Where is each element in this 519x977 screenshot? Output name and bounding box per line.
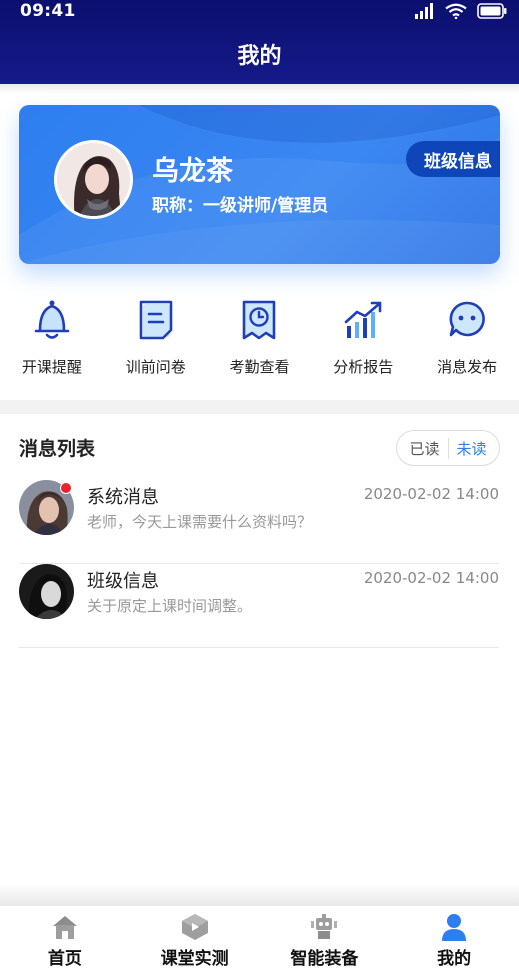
message-preview: 老师，今天上课需要什么资料吗？ xyxy=(87,513,313,531)
robot-icon xyxy=(311,914,338,939)
profile-avatar[interactable] xyxy=(54,140,133,219)
class-test-icon xyxy=(181,914,208,940)
profile-card[interactable]: 乌龙茶 职称：一级讲师/管理员 班级信息 xyxy=(19,105,500,264)
page-title: 我的 xyxy=(237,44,282,69)
message-preview: 关于原定上课时间调整。 xyxy=(87,597,253,615)
user-icon xyxy=(442,914,467,941)
bar-chart-icon xyxy=(344,301,382,338)
home-icon xyxy=(52,916,77,939)
avatar-portrait-icon xyxy=(19,564,74,619)
tab-label: 课堂实测 xyxy=(160,949,229,969)
header: 09:41 我的 xyxy=(0,0,519,84)
wifi-icon xyxy=(445,3,467,19)
message-time: 2020-02-02 14:00 xyxy=(363,485,499,503)
action-analysis-report[interactable]: 分析报告 xyxy=(311,298,415,390)
tab-mine[interactable]: 我的 xyxy=(389,906,519,977)
status-time: 09:41 xyxy=(20,1,76,21)
tab-label: 我的 xyxy=(437,949,472,969)
action-label: 开课提醒 xyxy=(21,358,82,376)
toggle-read[interactable]: 已读 xyxy=(409,437,449,459)
profile-role: 职称：一级讲师/管理员 xyxy=(152,196,329,216)
action-label: 训前问卷 xyxy=(125,358,186,376)
header-shadow xyxy=(0,84,519,94)
profile-name: 乌龙茶 xyxy=(152,156,233,187)
tab-label: 首页 xyxy=(47,949,82,969)
message-sender: 系统消息 xyxy=(87,487,159,508)
action-label: 消息发布 xyxy=(437,358,498,376)
read-status-toggle[interactable]: 已读 未读 xyxy=(396,430,500,466)
status-bar: 09:41 xyxy=(0,0,519,22)
tabbar-shadow xyxy=(0,884,519,906)
toggle-unread[interactable]: 未读 xyxy=(449,438,487,459)
message-time: 2020-02-02 14:00 xyxy=(363,569,499,587)
status-icons xyxy=(415,3,507,19)
action-pre-training-survey[interactable]: 训前问卷 xyxy=(104,298,208,390)
battery-icon xyxy=(477,3,507,19)
tab-home[interactable]: 首页 xyxy=(0,906,130,977)
class-info-button[interactable]: 班级信息 xyxy=(406,141,500,177)
avatar xyxy=(19,564,74,619)
tab-label: 智能装备 xyxy=(290,949,359,969)
bottom-tab-bar: 首页 课堂实测 智能装备 我的 xyxy=(0,906,519,977)
bell-icon xyxy=(34,300,70,339)
attendance-clock-icon xyxy=(243,300,276,340)
action-attendance[interactable]: 考勤查看 xyxy=(208,298,312,390)
list-item[interactable]: 系统消息 2020-02-02 14:00 老师，今天上课需要什么资料吗？ xyxy=(19,480,499,564)
unread-indicator xyxy=(60,482,72,494)
section-divider xyxy=(0,400,519,414)
signal-icon xyxy=(415,3,433,19)
chat-bubble-icon xyxy=(449,301,485,337)
message-list-title: 消息列表 xyxy=(19,438,96,460)
tab-class-test[interactable]: 课堂实测 xyxy=(130,906,260,977)
action-label: 分析报告 xyxy=(333,358,394,376)
quick-actions: 开课提醒 训前问卷 考勤查看 分析报告 消息发布 xyxy=(0,298,519,390)
list-item[interactable]: 班级信息 2020-02-02 14:00 关于原定上课时间调整。 xyxy=(19,564,499,648)
message-sender: 班级信息 xyxy=(87,571,159,592)
tab-smart-equipment[interactable]: 智能装备 xyxy=(260,906,390,977)
questionnaire-icon xyxy=(139,300,172,340)
action-label: 考勤查看 xyxy=(229,358,290,376)
action-publish-message[interactable]: 消息发布 xyxy=(415,298,519,390)
action-class-reminder[interactable]: 开课提醒 xyxy=(0,298,104,390)
